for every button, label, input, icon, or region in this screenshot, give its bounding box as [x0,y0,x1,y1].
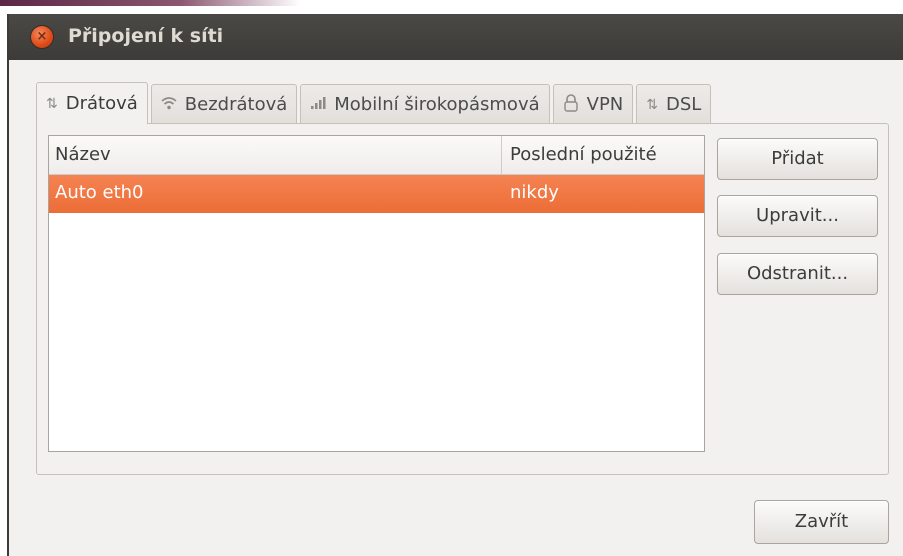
mobile-broadband-icon [310,96,326,114]
tab-label: VPN [586,94,624,115]
remove-button[interactable]: Odstranit... [717,253,878,295]
column-header-last-used[interactable]: Poslední použité [502,136,704,174]
list-item[interactable]: Auto eth0 nikdy [49,175,704,213]
wired-network-icon: ⇅ [46,95,58,112]
dialog-content: ⇅ Drátová Bezdrátová Mobilní širokopásmo… [9,60,903,556]
add-button[interactable]: Přidat [717,138,878,180]
tab-vpn[interactable]: VPN [552,84,634,124]
edit-button[interactable]: Upravit... [717,195,878,237]
column-header-name[interactable]: Název [49,136,502,174]
tab-wired[interactable]: ⇅ Drátová [36,82,148,124]
tab-label: Bezdrátová [184,94,288,115]
desktop-background [0,0,903,14]
tab-label: Drátová [65,93,138,114]
titlebar[interactable]: × Připojení k síti [9,14,903,60]
wireless-network-icon [161,96,177,114]
tab-label: DSL [666,94,702,115]
tab-mobile-broadband[interactable]: Mobilní širokopásmová [300,84,550,124]
window-close-icon[interactable]: × [31,26,53,48]
desktop-wallpaper-strip [0,0,300,6]
network-connections-window: × Připojení k síti ⇅ Drátová Bezdrátová … [7,14,903,556]
connection-name: Auto eth0 [55,182,144,203]
tab-label: Mobilní širokopásmová [334,94,540,115]
window-title: Připojení k síti [68,25,224,47]
close-button[interactable]: Zavřít [754,500,889,544]
list-header: Název Poslední použité [49,136,704,175]
connection-last-used: nikdy [510,182,559,203]
tab-panel-wired: Název Poslední použité Auto eth0 nikdy P… [36,123,889,475]
connection-type-tabs: ⇅ Drátová Bezdrátová Mobilní širokopásmo… [36,82,714,124]
vpn-lock-icon [563,93,579,116]
dsl-network-icon: ⇅ [646,96,658,113]
tab-dsl[interactable]: ⇅ DSL [636,84,712,124]
connection-list[interactable]: Název Poslední použité Auto eth0 nikdy [48,135,705,452]
tab-wireless[interactable]: Bezdrátová [150,84,298,124]
